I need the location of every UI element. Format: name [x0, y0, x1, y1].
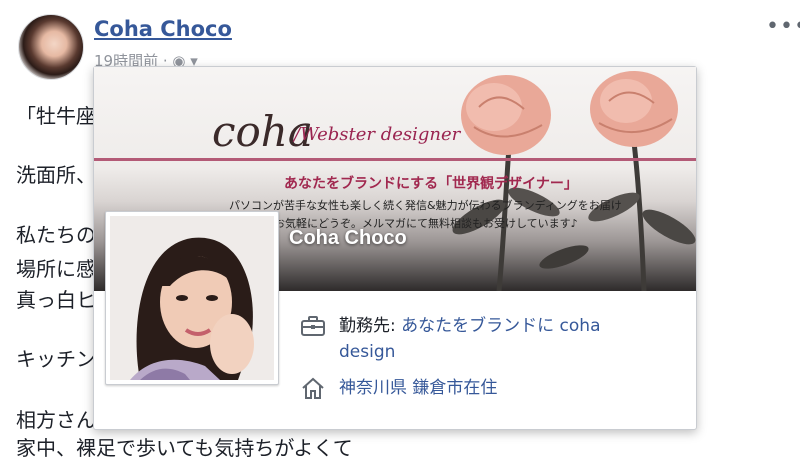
- lives-in-link[interactable]: 神奈川県 鎌倉市在住: [339, 375, 497, 401]
- post-text-line: 私たちの: [16, 223, 96, 247]
- profile-photo: [110, 216, 274, 380]
- workplace-link-continued[interactable]: design: [339, 342, 395, 362]
- post-text-line: キッチン: [16, 347, 96, 371]
- card-profile-picture[interactable]: [105, 211, 279, 385]
- author-avatar[interactable]: [18, 14, 84, 80]
- post-text-line: 洗面所、: [16, 163, 96, 187]
- post-text-line: 相方さん: [16, 408, 96, 432]
- author-name-link[interactable]: Coha Choco: [94, 17, 232, 41]
- cover-description: パソコンが苦手な女性も楽しく続く発信&魅力が伝わるブランディングをお届け: [229, 199, 622, 212]
- more-icon[interactable]: •••: [766, 14, 800, 39]
- cover-slogan: あなたをブランドにする「世界観デザイナー」: [284, 176, 578, 192]
- home-icon: [300, 376, 326, 404]
- profile-hover-card[interactable]: coha /Webster designer あなたをブランドにする「世界観デザ…: [93, 66, 697, 430]
- briefcase-icon: [300, 315, 326, 341]
- post-text-line: 家中、裸足で歩いても気持ちがよくて: [16, 436, 353, 460]
- cover-divider: [94, 158, 696, 161]
- workplace-link[interactable]: あなたをブランドに coha: [401, 316, 600, 336]
- post-text-line: 真っ白ヒ: [16, 288, 96, 312]
- card-profile-name[interactable]: Coha Choco: [289, 227, 407, 250]
- work-info: 勤務先: あなたをブランドに coha design: [339, 313, 600, 365]
- work-label: 勤務先:: [339, 316, 396, 336]
- post-text-line: 場所に感: [16, 257, 96, 281]
- cover-logo-subtitle: /Webster designer: [294, 124, 461, 145]
- post-text-line: 「牡牛座: [16, 104, 96, 128]
